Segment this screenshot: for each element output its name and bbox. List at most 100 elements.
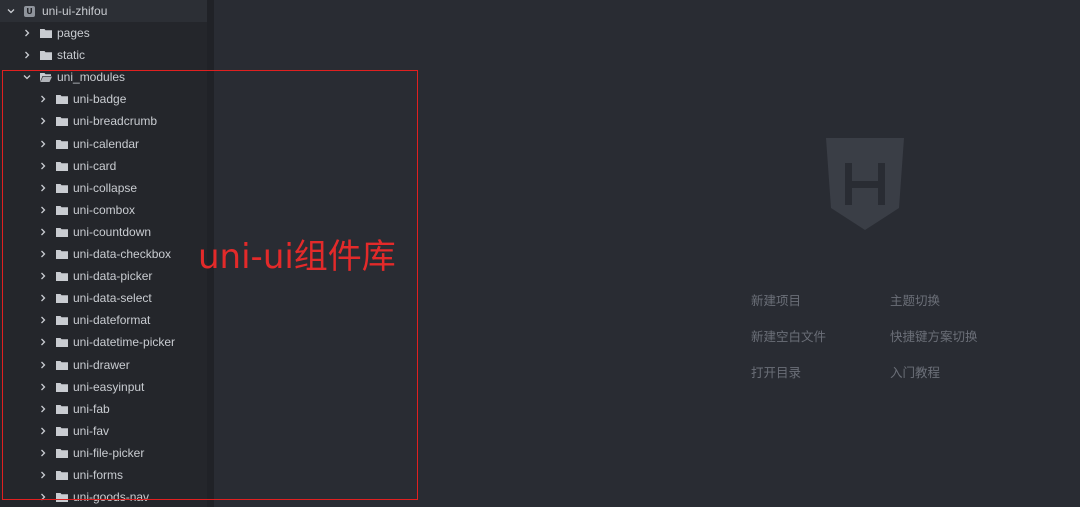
chevron-right-icon[interactable]	[38, 360, 48, 370]
tree-item-label: uni-badge	[73, 92, 127, 106]
new-blank-file-link[interactable]: 新建空白文件	[751, 326, 826, 345]
folder-icon	[56, 94, 68, 104]
chevron-right-icon[interactable]	[38, 249, 48, 259]
tree-item-label: uni-drawer	[73, 358, 130, 372]
chevron-right-icon[interactable]	[38, 227, 48, 237]
tree-item-uni-calendar[interactable]: uni-calendar	[0, 133, 207, 155]
tree-item-label: uni-fav	[73, 424, 110, 438]
chevron-right-icon[interactable]	[38, 315, 48, 325]
tree-item-uni-modules[interactable]: uni_modules	[0, 66, 207, 88]
tree-item-label: uni-calendar	[73, 137, 140, 151]
tree-item-label: uni-fab	[73, 402, 110, 416]
tree-item-uni-breadcrumb[interactable]: uni-breadcrumb	[0, 110, 207, 132]
tree-item-label: uni-forms	[73, 468, 124, 482]
tree-item-label: uni-data-checkbox	[73, 247, 172, 261]
folder-icon	[56, 161, 68, 171]
folder-icon	[56, 492, 68, 502]
tree-item-uni-dateformat[interactable]: uni-dateformat	[0, 309, 207, 331]
tree-item-uni-collapse[interactable]: uni-collapse	[0, 177, 207, 199]
folder-icon	[56, 249, 68, 259]
folder-icon	[56, 337, 68, 347]
chevron-right-icon[interactable]	[38, 404, 48, 414]
chevron-right-icon[interactable]	[38, 139, 48, 149]
annotation-label: uni-ui组件库	[198, 237, 396, 277]
folder-icon	[56, 271, 68, 281]
folder-icon	[56, 139, 68, 149]
folder-icon	[56, 293, 68, 303]
shortcut-scheme-link[interactable]: 快捷键方案切换	[890, 326, 978, 345]
chevron-right-icon[interactable]	[22, 50, 32, 60]
tree-item-uni-fab[interactable]: uni-fab	[0, 398, 207, 420]
tree-item-label: uni-countdown	[73, 225, 152, 239]
tree-item-label: uni-goods-nav	[73, 490, 150, 504]
tree-item-uni-forms[interactable]: uni-forms	[0, 464, 207, 486]
tree-item-pages[interactable]: pages	[0, 22, 207, 44]
theme-switch-link[interactable]: 主题切换	[890, 290, 940, 309]
folder-open-icon	[40, 72, 52, 82]
folder-icon	[56, 470, 68, 480]
chevron-down-icon[interactable]	[22, 72, 32, 82]
tree-item-label: uni_modules	[57, 70, 126, 84]
tree-item-label: uni-collapse	[73, 181, 138, 195]
project-icon: U	[24, 5, 35, 17]
folder-icon	[56, 315, 68, 325]
open-directory-link[interactable]: 打开目录	[751, 362, 801, 381]
tree-item-uni-easyinput[interactable]: uni-easyinput	[0, 376, 207, 398]
chevron-right-icon[interactable]	[38, 205, 48, 215]
tree-item-uni-file-picker[interactable]: uni-file-picker	[0, 442, 207, 464]
tree-item-label: pages	[57, 26, 90, 40]
tree-item-uni-combox[interactable]: uni-combox	[0, 199, 207, 221]
tree-item-label: uni-dateformat	[73, 313, 151, 327]
tree-item-uni-card[interactable]: uni-card	[0, 155, 207, 177]
tree-item-uni-goods-nav[interactable]: uni-goods-nav	[0, 486, 207, 507]
tree-item-uni-datetime-picker[interactable]: uni-datetime-picker	[0, 331, 207, 353]
chevron-right-icon[interactable]	[22, 28, 32, 38]
chevron-right-icon[interactable]	[38, 183, 48, 193]
tree-item-label: uni-data-select	[73, 291, 152, 305]
chevron-right-icon[interactable]	[38, 426, 48, 436]
tree-item-label: uni-card	[73, 159, 117, 173]
folder-icon	[56, 360, 68, 370]
folder-icon	[56, 382, 68, 392]
chevron-right-icon[interactable]	[38, 337, 48, 347]
tree-item-uni-data-select[interactable]: uni-data-select	[0, 287, 207, 309]
chevron-right-icon[interactable]	[38, 382, 48, 392]
chevron-right-icon[interactable]	[38, 271, 48, 281]
chevron-right-icon[interactable]	[38, 94, 48, 104]
chevron-right-icon[interactable]	[38, 470, 48, 480]
tree-root-project[interactable]: U uni-ui-zhifou	[0, 0, 207, 22]
hbuilder-logo-icon	[826, 138, 904, 230]
chevron-right-icon[interactable]	[38, 116, 48, 126]
folder-icon	[56, 426, 68, 436]
new-project-link[interactable]: 新建项目	[751, 290, 801, 309]
tree-item-static[interactable]: static	[0, 44, 207, 66]
project-explorer: U uni-ui-zhifou pages static uni_modules un…	[0, 0, 208, 507]
tree-item-uni-countdown[interactable]: uni-countdown	[0, 221, 207, 243]
chevron-right-icon[interactable]	[38, 293, 48, 303]
tree-item-uni-fav[interactable]: uni-fav	[0, 420, 207, 442]
tree-item-label: uni-easyinput	[73, 380, 145, 394]
folder-icon	[56, 404, 68, 414]
chevron-right-icon[interactable]	[38, 448, 48, 458]
chevron-right-icon[interactable]	[38, 161, 48, 171]
folder-icon	[56, 227, 68, 237]
tree-item-label: uni-file-picker	[73, 446, 145, 460]
tutorial-link[interactable]: 入门教程	[890, 362, 940, 381]
chevron-right-icon[interactable]	[38, 492, 48, 502]
tree-item-label: uni-data-picker	[73, 269, 153, 283]
chevron-down-icon[interactable]	[6, 6, 16, 16]
tree-item-label: uni-combox	[73, 203, 136, 217]
folder-icon	[56, 448, 68, 458]
tree-item-label: uni-datetime-picker	[73, 335, 176, 349]
project-name: uni-ui-zhifou	[42, 4, 108, 18]
folder-icon	[40, 50, 52, 60]
tree-item-label: uni-breadcrumb	[73, 114, 158, 128]
tree-item-uni-badge[interactable]: uni-badge	[0, 88, 207, 110]
tree-item-label: static	[57, 48, 86, 62]
folder-icon	[56, 116, 68, 126]
folder-icon	[56, 183, 68, 193]
tree-item-uni-data-checkbox[interactable]: uni-data-checkbox	[0, 243, 207, 265]
tree-item-uni-data-picker[interactable]: uni-data-picker	[0, 265, 207, 287]
tree-item-uni-drawer[interactable]: uni-drawer	[0, 354, 207, 376]
folder-icon	[56, 205, 68, 215]
